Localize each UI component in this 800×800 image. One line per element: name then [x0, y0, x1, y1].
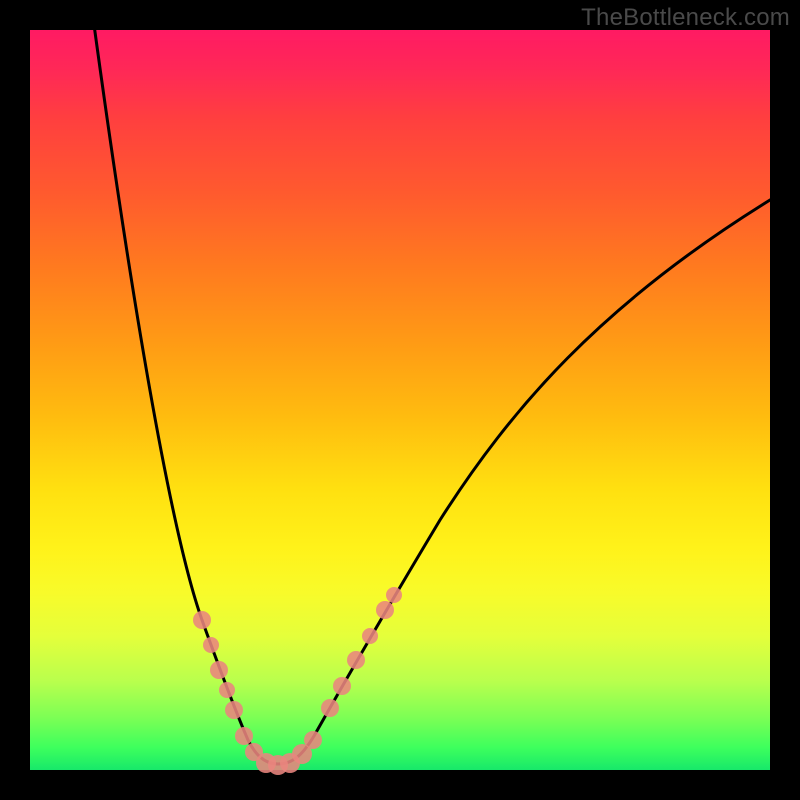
watermark-text: TheBottleneck.com — [581, 4, 790, 32]
marker-dot — [362, 628, 378, 644]
marker-dot — [235, 727, 253, 745]
outer-frame: TheBottleneck.com — [0, 0, 800, 800]
plot-area — [30, 30, 770, 770]
marker-dot — [386, 587, 402, 603]
marker-dot — [304, 731, 322, 749]
marker-dot — [347, 651, 365, 669]
marker-dot — [225, 701, 243, 719]
marker-dot — [219, 682, 235, 698]
bottleneck-curve — [92, 10, 770, 764]
marker-dot — [333, 677, 351, 695]
marker-dot — [193, 611, 211, 629]
marker-dot — [210, 661, 228, 679]
marker-dot — [376, 601, 394, 619]
chart-svg — [30, 30, 770, 770]
marker-dot — [321, 699, 339, 717]
marker-dot — [203, 637, 219, 653]
